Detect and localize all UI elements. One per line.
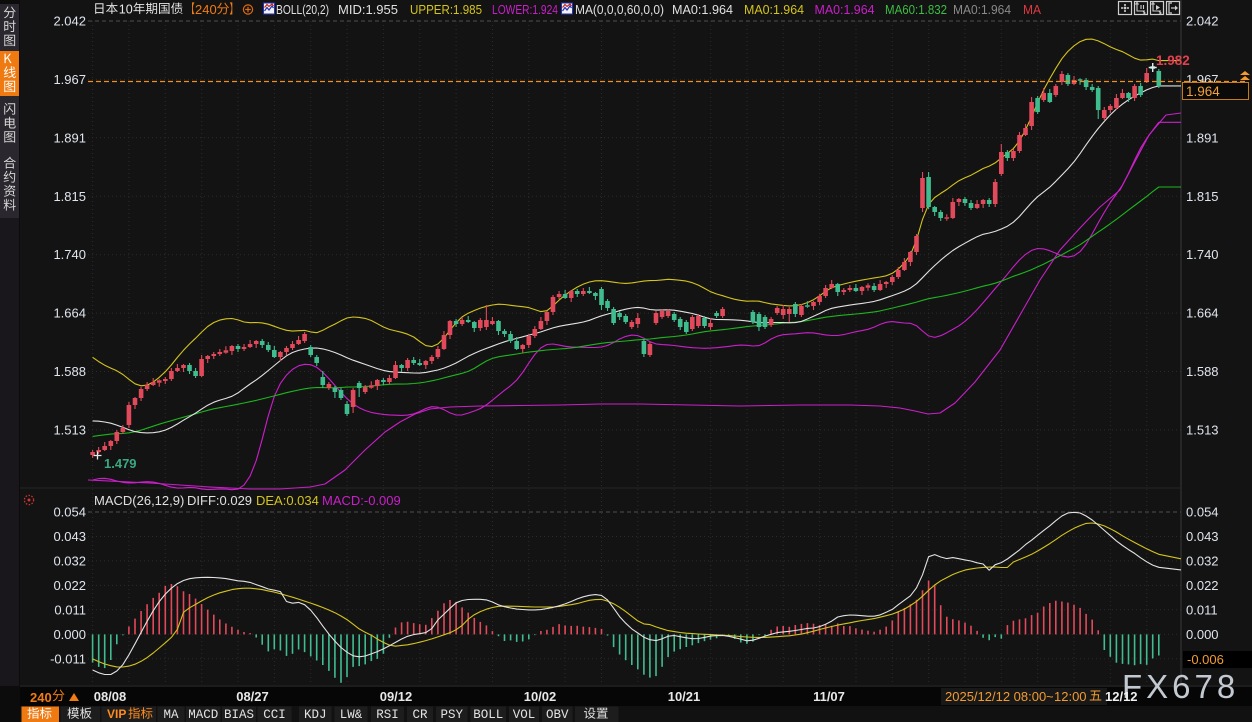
svg-text:1.664: 1.664 <box>53 306 86 321</box>
svg-text:12/12: 12/12 <box>1105 689 1138 704</box>
svg-text:1.740: 1.740 <box>53 247 86 262</box>
svg-text:OBV: OBV <box>546 708 569 722</box>
svg-text:08/08: 08/08 <box>94 689 127 704</box>
svg-text:11/07: 11/07 <box>813 689 845 704</box>
svg-text:UPPER:1.985: UPPER:1.985 <box>410 2 482 17</box>
svg-text:1.588: 1.588 <box>53 364 86 379</box>
svg-text:0.000: 0.000 <box>53 627 86 642</box>
svg-text:PSY: PSY <box>441 708 464 722</box>
svg-text:1.815: 1.815 <box>53 189 86 204</box>
svg-text:12:00: 12:00 <box>1054 689 1087 704</box>
svg-text:DIFF:0.029: DIFF:0.029 <box>187 493 252 508</box>
svg-text:240: 240 <box>30 690 52 705</box>
svg-text:2.042: 2.042 <box>53 14 86 29</box>
svg-text:LW&: LW& <box>340 708 363 722</box>
svg-text:08/27: 08/27 <box>236 689 269 704</box>
svg-text:1.982: 1.982 <box>1156 53 1190 68</box>
svg-text:CCI: CCI <box>263 708 286 722</box>
svg-text:0.032: 0.032 <box>1186 553 1219 568</box>
svg-text:1.588: 1.588 <box>1186 364 1219 379</box>
svg-text:FX678: FX678 <box>1122 668 1239 705</box>
svg-text:MA(0,0,0,60,0,0): MA(0,0,0,60,0,0) <box>575 2 664 17</box>
svg-text:0.022: 0.022 <box>1186 578 1219 593</box>
svg-text:KDJ: KDJ <box>304 708 327 722</box>
svg-text:1.891: 1.891 <box>1186 130 1219 145</box>
svg-text:0.054: 0.054 <box>1186 505 1219 520</box>
svg-text:~: ~ <box>1046 689 1054 704</box>
svg-text:0.011: 0.011 <box>1186 602 1218 617</box>
svg-text:1.967: 1.967 <box>53 72 86 87</box>
svg-text:BOLL: BOLL <box>473 708 503 722</box>
svg-text:10: 10 <box>119 3 133 17</box>
svg-text:10/21: 10/21 <box>668 689 701 704</box>
svg-text:MA60:1.832: MA60:1.832 <box>885 2 947 17</box>
svg-text:1.513: 1.513 <box>53 422 86 437</box>
svg-text:VIP: VIP <box>107 707 126 721</box>
svg-text:0.032: 0.032 <box>53 553 86 568</box>
svg-text:1.964: 1.964 <box>1186 84 1220 99</box>
svg-text:CR: CR <box>412 708 428 722</box>
svg-text:LOWER:1.924: LOWER:1.924 <box>492 2 558 17</box>
svg-text:2025/12/12 08:00: 2025/12/12 08:00 <box>945 689 1046 704</box>
svg-text:MA0:1.964: MA0:1.964 <box>744 2 804 17</box>
svg-text:1.740: 1.740 <box>1186 247 1219 262</box>
svg-text:MA: MA <box>1023 2 1041 17</box>
svg-text:1.513: 1.513 <box>1186 422 1219 437</box>
svg-text:1.479: 1.479 <box>104 456 137 471</box>
svg-text:MA0:1.964: MA0:1.964 <box>953 2 1011 17</box>
svg-text:MA: MA <box>163 708 179 722</box>
svg-text:10/02: 10/02 <box>524 689 557 704</box>
svg-text:MACD:-0.009: MACD:-0.009 <box>322 493 401 508</box>
svg-text:0.022: 0.022 <box>53 578 86 593</box>
svg-text:-0.006: -0.006 <box>1187 652 1224 667</box>
svg-text:0.054: 0.054 <box>53 505 86 520</box>
svg-text:2.042: 2.042 <box>1186 14 1219 29</box>
svg-text:1.664: 1.664 <box>1186 306 1219 321</box>
svg-text:MA0:1.964: MA0:1.964 <box>672 2 733 17</box>
svg-text:1.815: 1.815 <box>1186 189 1219 204</box>
svg-text:MA0:1.964: MA0:1.964 <box>815 2 875 17</box>
svg-text:240: 240 <box>195 2 217 17</box>
svg-text:RSI: RSI <box>376 708 399 722</box>
svg-text:0.043: 0.043 <box>1186 529 1219 544</box>
svg-text:1.891: 1.891 <box>53 130 86 145</box>
svg-text:DEA:0.034: DEA:0.034 <box>256 493 319 508</box>
svg-text:VOL: VOL <box>513 708 536 722</box>
svg-text:MACD(26,12,9): MACD(26,12,9) <box>94 493 184 508</box>
svg-text:-0.011: -0.011 <box>50 651 86 666</box>
svg-text:BOLL(20,2): BOLL(20,2) <box>276 2 329 17</box>
svg-text:0.011: 0.011 <box>54 602 86 617</box>
svg-text:MID:1.955: MID:1.955 <box>338 2 398 17</box>
svg-text:BIAS: BIAS <box>224 708 254 722</box>
svg-text:09/12: 09/12 <box>380 689 413 704</box>
svg-text:0.043: 0.043 <box>53 529 86 544</box>
svg-text:0.000: 0.000 <box>1186 627 1219 642</box>
svg-text:MACD: MACD <box>188 708 218 722</box>
